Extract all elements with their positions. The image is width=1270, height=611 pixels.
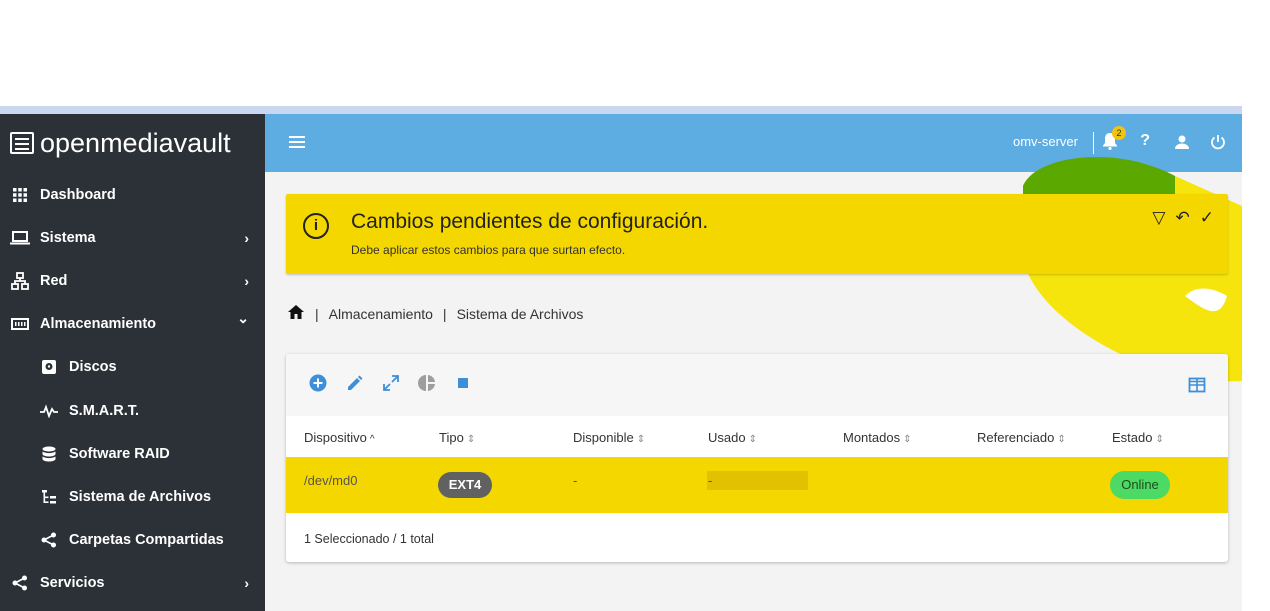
column-header-referenciado[interactable]: Referenciado ⇕ <box>977 430 1066 445</box>
sidebar-item-discos[interactable]: Discos <box>0 345 304 388</box>
selection-summary: 1 Seleccionado / 1 total <box>304 532 434 546</box>
check-icon[interactable]: ✓ <box>1200 208 1214 228</box>
cell-available: - <box>573 473 578 488</box>
app: openmediavault Dashboard Sistema › Red › <box>0 114 1242 611</box>
cell-device: /dev/md0 <box>304 473 358 488</box>
column-header-usado[interactable]: Usado ⇕ <box>708 430 757 445</box>
cell-used: - <box>708 473 713 488</box>
sidebar-item-label: S.M.A.R.T. <box>69 402 140 419</box>
logo-text: openmediavault <box>40 127 231 158</box>
breadcrumb-item-sistema-de-archivos: Sistema de Archivos <box>456 305 584 322</box>
tree-icon <box>39 489 59 505</box>
sidebar-item-label: Sistema <box>40 229 96 246</box>
alert-subtitle: Debe aplicar estos cambios para que surt… <box>351 243 626 257</box>
filesystem-table-card: Dispositivo ^ Tipo ⇕ Disponible ⇕ Usado ⇕ Mo… <box>286 354 1228 562</box>
add-icon[interactable] <box>309 374 327 392</box>
redacted-usage-bar <box>707 471 808 490</box>
chevron-right-icon: › <box>244 229 249 246</box>
sidebar-item-software-raid[interactable]: Software RAID <box>0 432 304 475</box>
sidebar-item-label: Servicios <box>40 574 105 591</box>
status-badge: Online <box>1110 471 1170 499</box>
column-header-estado[interactable]: Estado ⇕ <box>1112 430 1164 445</box>
breadcrumb-separator: | <box>442 305 447 322</box>
sidebar-item-label: Software RAID <box>69 445 170 462</box>
sidebar: openmediavault Dashboard Sistema › Red › <box>0 114 278 611</box>
main-content: omv-server 2 ? i Cambios pendientes de c… <box>265 114 1242 611</box>
breadcrumb-separator: | <box>315 305 319 322</box>
share-icon <box>10 575 30 591</box>
expand-icon[interactable] <box>382 374 400 392</box>
server-logo-icon <box>10 132 34 154</box>
sidebar-item-label: Carpetas Compartidas <box>69 531 224 548</box>
breadcrumb: | Almacenamiento | Sistema de Archivos <box>287 304 583 323</box>
sidebar-item-label: Discos <box>69 358 117 375</box>
column-header-dispositivo[interactable]: Dispositivo ^ <box>304 430 375 445</box>
sidebar-item-red[interactable]: Red › <box>0 259 275 302</box>
notification-badge: 2 <box>1112 126 1126 140</box>
grid-view-icon[interactable] <box>1188 376 1206 394</box>
chevron-down-icon: ⌄ <box>237 310 249 326</box>
column-header-tipo[interactable]: Tipo ⇕ <box>439 430 475 445</box>
hamburger-menu-icon[interactable] <box>289 136 305 151</box>
sidebar-item-sistema[interactable]: Sistema › <box>0 216 275 259</box>
edit-icon[interactable] <box>346 374 364 392</box>
breadcrumb-item-almacenamiento[interactable]: Almacenamiento <box>329 306 433 322</box>
filter-icon[interactable]: ▽ <box>1152 208 1165 228</box>
sidebar-item-label: Almacenamiento <box>40 315 157 332</box>
sidebar-item-label: Sistema de Archivos <box>69 488 212 505</box>
sidebar-item-carpetas-compartidas[interactable]: Carpetas Compartidas <box>0 518 304 561</box>
share-icon <box>39 532 59 548</box>
table-toolbar <box>286 354 1228 416</box>
home-icon[interactable] <box>287 304 305 323</box>
sidebar-item-smart[interactable]: S.M.A.R.T. › <box>0 389 304 432</box>
pulse-icon <box>39 403 59 418</box>
network-icon <box>10 271 30 290</box>
table-header: Dispositivo ^ Tipo ⇕ Disponible ⇕ Usado ⇕ Mo… <box>286 416 1228 458</box>
sidebar-item-dashboard[interactable]: Dashboard <box>0 173 275 216</box>
stop-icon[interactable] <box>454 374 472 392</box>
undo-icon[interactable]: ↶ <box>1176 208 1190 228</box>
info-icon: i <box>303 213 329 239</box>
sidebar-item-sistema-de-archivos[interactable]: Sistema de Archivos <box>0 475 304 518</box>
database-icon <box>39 446 59 462</box>
storage-icon <box>10 317 30 331</box>
pending-changes-alert: i Cambios pendientes de configuración. D… <box>286 194 1228 274</box>
sidebar-item-almacenamiento[interactable]: Almacenamiento ⌄ <box>0 302 275 345</box>
column-header-montados[interactable]: Montados ⇕ <box>843 430 911 445</box>
laptop-icon <box>10 230 30 246</box>
grid-icon <box>10 187 30 203</box>
sidebar-item-servicios[interactable]: Servicios › <box>0 561 275 604</box>
chevron-right-icon: › <box>244 272 249 289</box>
column-header-disponible[interactable]: Disponible ⇕ <box>573 430 645 445</box>
quota-pie-icon[interactable] <box>418 374 436 392</box>
disk-icon <box>39 359 59 375</box>
alert-title: Cambios pendientes de configuración. <box>351 210 709 233</box>
app-logo[interactable]: openmediavault <box>0 114 265 172</box>
filesystem-type-chip: EXT4 <box>438 472 492 498</box>
table-row[interactable]: /dev/md0 EXT4 - - Online <box>286 457 1228 513</box>
window-top-strip <box>0 106 1242 114</box>
chevron-right-icon: › <box>244 574 249 591</box>
sidebar-item-label: Red <box>40 272 68 289</box>
sidebar-item-label: Dashboard <box>40 186 116 203</box>
